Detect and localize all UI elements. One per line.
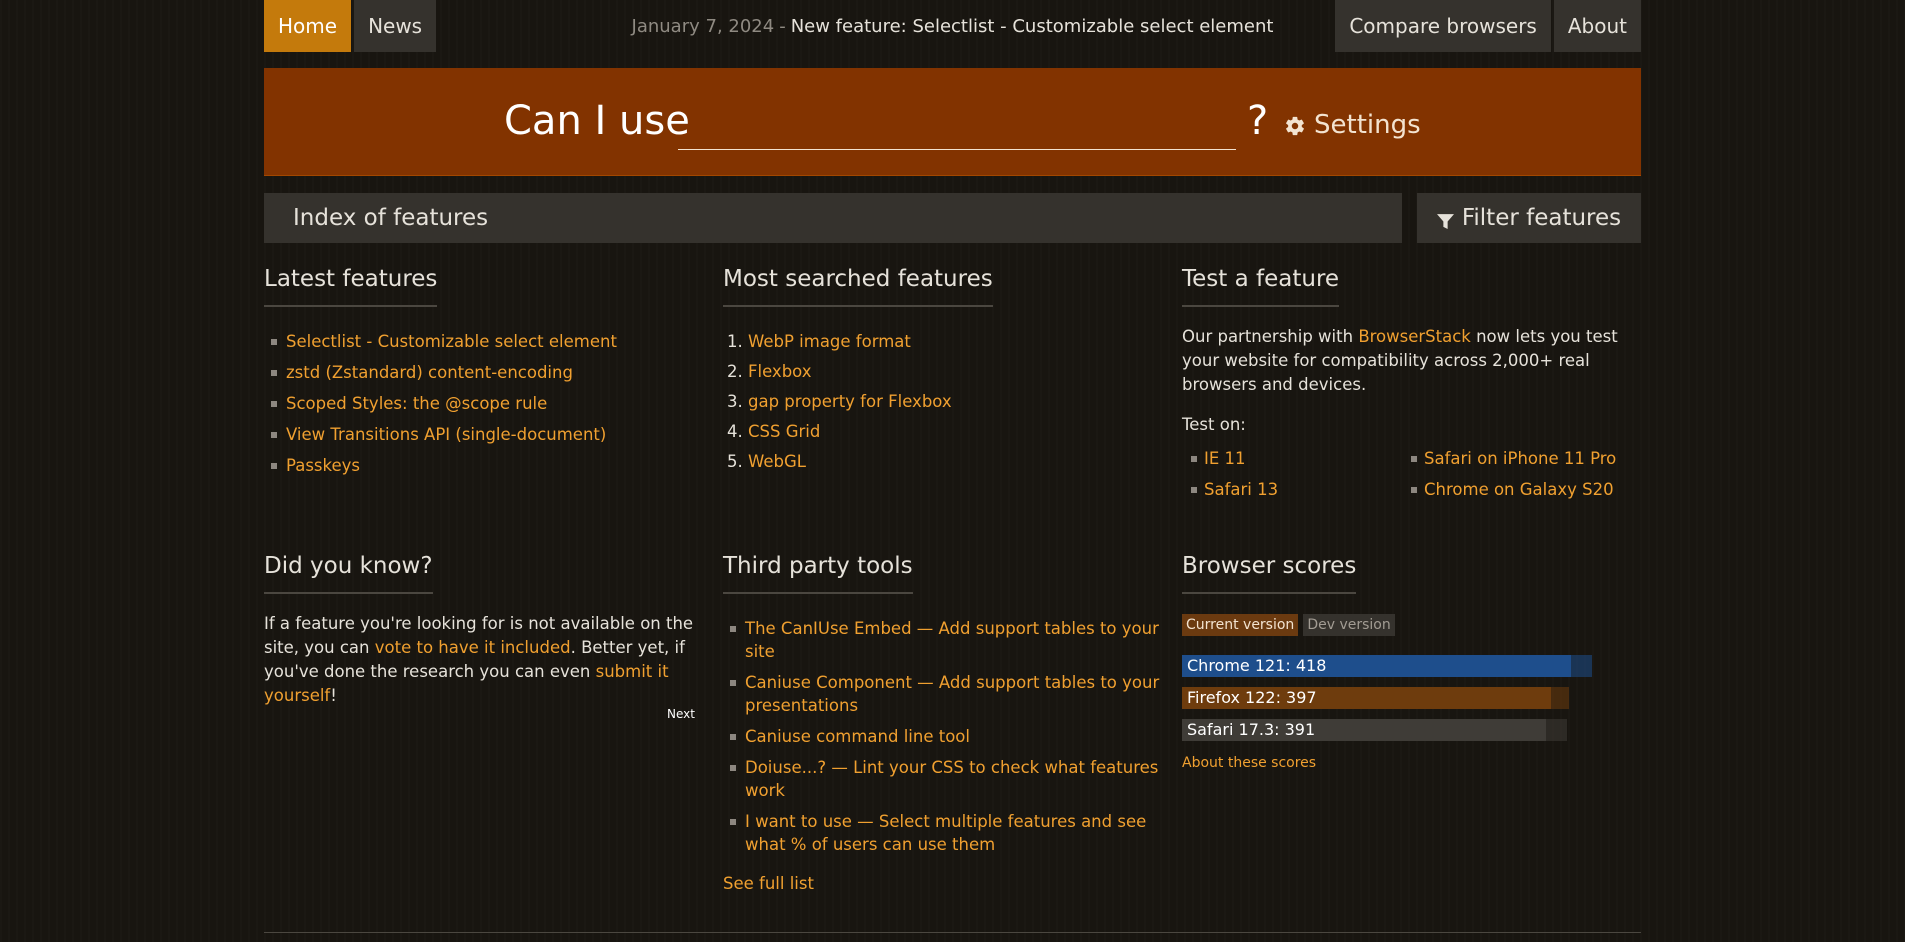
list-item: Caniuse command line tool bbox=[723, 725, 1168, 748]
list-item: 5. WebGL bbox=[727, 450, 806, 473]
most-searched-link[interactable]: gap property for Flexbox bbox=[748, 390, 952, 413]
latest-feature-link[interactable]: zstd (Zstandard) content-encoding bbox=[286, 363, 573, 382]
filter-features-button[interactable]: Filter features bbox=[1417, 193, 1641, 243]
browserstack-link[interactable]: BrowserStack bbox=[1358, 327, 1471, 346]
next-button[interactable]: Next bbox=[667, 707, 695, 721]
score-label: Firefox 122: 397 bbox=[1187, 688, 1317, 707]
nav-home[interactable]: Home bbox=[264, 0, 352, 52]
test-feature-description: Our partnership with BrowserStack now le… bbox=[1182, 327, 1618, 394]
nav-news[interactable]: News bbox=[354, 0, 437, 52]
list-item: 3. gap property for Flexbox bbox=[727, 390, 952, 413]
did-you-know-text: If a feature you're looking for is not a… bbox=[264, 614, 694, 705]
third-party-list: The CanIUse Embed — Add support tables t… bbox=[723, 617, 1168, 856]
score-row-chrome: Chrome 121: 418 bbox=[1182, 655, 1641, 677]
search-input[interactable] bbox=[678, 102, 1236, 150]
list-item: Selectlist - Customizable select element bbox=[264, 330, 704, 353]
third-party-title: Third party tools bbox=[723, 553, 913, 594]
list-item: 1. WebP image format bbox=[727, 330, 911, 353]
tab-dev-version[interactable]: Dev version bbox=[1303, 614, 1395, 636]
announcement-separator: - bbox=[779, 15, 786, 37]
most-searched-link[interactable]: CSS Grid bbox=[748, 420, 820, 443]
search-banner: Can I use ? Settings bbox=[264, 68, 1641, 176]
list-item: Safari on iPhone 11 Pro bbox=[1402, 447, 1622, 470]
settings-label: Settings bbox=[1314, 110, 1421, 140]
vote-link[interactable]: vote to have it included bbox=[375, 638, 571, 657]
third-party-link[interactable]: Doiuse...? — Lint your CSS to check what… bbox=[745, 758, 1158, 800]
most-searched-list: 1. WebP image format 2. Flexbox 3. gap prop… bbox=[723, 330, 1163, 473]
list-item: zstd (Zstandard) content-encoding bbox=[264, 361, 704, 384]
most-searched-section: Most searched features 1. WebP image form… bbox=[723, 266, 1163, 480]
score-row-safari: Safari 17.3: 391 bbox=[1182, 719, 1641, 741]
most-searched-link[interactable]: Flexbox bbox=[748, 360, 812, 383]
test-devices: IE 11 Safari 13 Safari on iPhone 11 Pro … bbox=[1182, 447, 1641, 509]
did-you-know-section: Did you know? If a feature you're lookin… bbox=[264, 553, 704, 733]
list-item: 4. CSS Grid bbox=[727, 420, 821, 443]
third-party-section: Third party tools The CanIUse Embed — Ad… bbox=[723, 553, 1168, 893]
list-item: Doiuse...? — Lint your CSS to check what… bbox=[723, 756, 1168, 802]
latest-feature-link[interactable]: Passkeys bbox=[286, 456, 360, 475]
list-item: Scoped Styles: the @scope rule bbox=[264, 392, 704, 415]
test-device-link[interactable]: Safari 13 bbox=[1204, 480, 1278, 499]
third-party-link[interactable]: Caniuse Component — Add support tables t… bbox=[745, 673, 1159, 715]
list-item: 2. Flexbox bbox=[727, 360, 812, 383]
funnel-icon bbox=[1436, 210, 1454, 229]
announcement-date: January 7, 2024 bbox=[631, 15, 775, 37]
footer-divider bbox=[264, 932, 1641, 933]
most-searched-link[interactable]: WebP image format bbox=[748, 330, 911, 353]
score-label: Chrome 121: 418 bbox=[1187, 656, 1327, 675]
settings-button[interactable]: Settings bbox=[1284, 110, 1421, 140]
score-row-firefox: Firefox 122: 397 bbox=[1182, 687, 1641, 709]
index-of-features[interactable]: Index of features bbox=[264, 193, 1402, 243]
page: Home News January 7, 2024 - New feature:… bbox=[264, 0, 1641, 933]
about-scores-link[interactable]: About these scores bbox=[1182, 755, 1641, 771]
test-device-link[interactable]: Safari on iPhone 11 Pro bbox=[1424, 449, 1616, 468]
latest-feature-link[interactable]: Scoped Styles: the @scope rule bbox=[286, 394, 547, 413]
latest-features-title: Latest features bbox=[264, 266, 438, 307]
third-party-link[interactable]: I want to use — Select multiple features… bbox=[745, 812, 1146, 854]
list-item: Chrome on Galaxy S20 bbox=[1402, 478, 1622, 501]
search-prefix: Can I use bbox=[504, 98, 690, 144]
test-feature-section: Test a feature Our partnership with Brow… bbox=[1182, 266, 1641, 509]
list-item: Passkeys bbox=[264, 454, 704, 477]
third-party-link[interactable]: Caniuse command line tool bbox=[745, 727, 970, 746]
list-item: Safari 13 bbox=[1182, 478, 1402, 501]
most-searched-link[interactable]: WebGL bbox=[748, 450, 806, 473]
browser-scores-title: Browser scores bbox=[1182, 553, 1357, 594]
test-devices-left: IE 11 Safari 13 bbox=[1182, 447, 1402, 509]
top-nav: Home News January 7, 2024 - New feature:… bbox=[264, 0, 1641, 52]
test-on-label: Test on: bbox=[1182, 415, 1246, 434]
list-item: IE 11 bbox=[1182, 447, 1402, 470]
see-full-list-link[interactable]: See full list bbox=[723, 874, 1168, 893]
score-label: Safari 17.3: 391 bbox=[1187, 720, 1316, 739]
gear-icon bbox=[1284, 114, 1306, 136]
list-item: I want to use — Select multiple features… bbox=[723, 810, 1168, 856]
filter-features-label: Filter features bbox=[1461, 205, 1622, 231]
nav-right: Compare browsers About bbox=[1335, 0, 1641, 52]
most-searched-title: Most searched features bbox=[723, 266, 993, 307]
list-item: Caniuse Component — Add support tables t… bbox=[723, 671, 1168, 717]
latest-features-section: Latest features Selectlist - Customizabl… bbox=[264, 266, 704, 485]
list-item: The CanIUse Embed — Add support tables t… bbox=[723, 617, 1168, 663]
list-item: View Transitions API (single-document) bbox=[264, 423, 704, 446]
latest-feature-link[interactable]: View Transitions API (single-document) bbox=[286, 425, 606, 444]
latest-feature-link[interactable]: Selectlist - Customizable select element bbox=[286, 332, 617, 351]
test-device-link[interactable]: IE 11 bbox=[1204, 449, 1246, 468]
nav-compare-browsers[interactable]: Compare browsers bbox=[1335, 0, 1551, 52]
tab-current-version[interactable]: Current version bbox=[1182, 614, 1299, 636]
test-device-link[interactable]: Chrome on Galaxy S20 bbox=[1424, 480, 1614, 499]
test-devices-right: Safari on iPhone 11 Pro Chrome on Galaxy… bbox=[1402, 447, 1622, 509]
latest-features-list: Selectlist - Customizable select element… bbox=[264, 330, 704, 477]
search-suffix: ? bbox=[1247, 98, 1269, 144]
did-you-know-title: Did you know? bbox=[264, 553, 433, 594]
announcement-link[interactable]: New feature: Selectlist - Customizable s… bbox=[791, 16, 1274, 37]
score-tabs: Current version Dev version bbox=[1182, 614, 1641, 636]
nav-left: Home News bbox=[264, 0, 437, 52]
test-feature-title: Test a feature bbox=[1182, 266, 1340, 307]
nav-about[interactable]: About bbox=[1553, 0, 1641, 52]
score-bars: Chrome 121: 418 Firefox 122: 397 Safari … bbox=[1182, 655, 1641, 741]
browser-scores-section: Browser scores Current version Dev versi… bbox=[1182, 553, 1641, 771]
third-party-link[interactable]: The CanIUse Embed — Add support tables t… bbox=[745, 619, 1159, 661]
